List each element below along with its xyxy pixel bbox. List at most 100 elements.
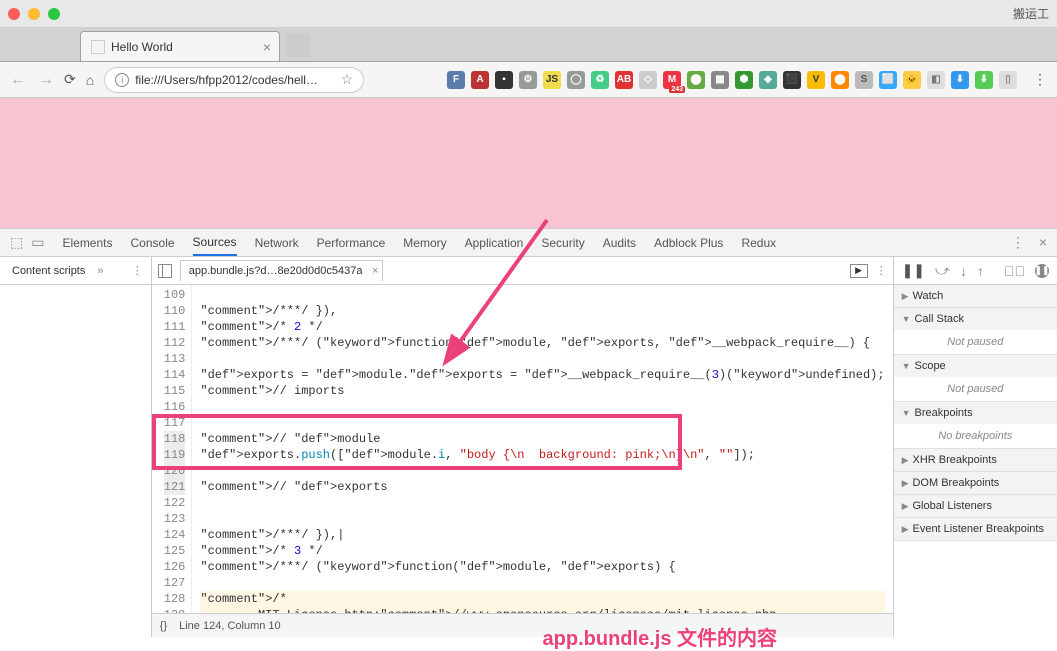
tab-title: Hello World: [111, 40, 173, 54]
browser-tabstrip: Hello World ×: [0, 28, 1057, 62]
section-label: Watch: [912, 290, 943, 302]
toolbar: ← → ⟳ ⌂ i file:///Users/hfpp2012/codes/h…: [0, 62, 1057, 98]
ext-icon[interactable]: ◈: [759, 71, 777, 89]
ext-icon[interactable]: ▪: [495, 71, 513, 89]
ext-icon[interactable]: V: [807, 71, 825, 89]
window-titlebar: 搬运工: [0, 0, 1057, 28]
section-content: Not paused: [894, 330, 1057, 354]
debugger-section-header[interactable]: ▼Scope: [894, 355, 1057, 377]
debugger-section-header[interactable]: ▼Call Stack: [894, 308, 1057, 330]
annotation-arrow: [437, 210, 557, 370]
new-tab-button[interactable]: [286, 33, 310, 57]
close-tab-icon[interactable]: ×: [263, 39, 271, 55]
chevron-down-icon: ▼: [902, 361, 911, 371]
debugger-section-xhr-breakpoints: ▶XHR Breakpoints: [894, 449, 1057, 472]
debugger-section-header[interactable]: ▶DOM Breakpoints: [894, 472, 1057, 494]
debugger-section-dom-breakpoints: ▶DOM Breakpoints: [894, 472, 1057, 495]
abp-icon[interactable]: AB: [615, 71, 633, 89]
tab-redux[interactable]: Redux: [741, 236, 776, 250]
address-bar[interactable]: i file:///Users/hfpp2012/codes/hell… ☆: [104, 67, 364, 93]
section-content: Not paused: [894, 377, 1057, 401]
tab-elements[interactable]: Elements: [62, 236, 112, 250]
section-label: Call Stack: [914, 313, 964, 325]
tab-network[interactable]: Network: [255, 236, 299, 250]
format-braces-icon[interactable]: {}: [160, 620, 167, 632]
close-file-icon[interactable]: ×: [372, 265, 378, 277]
ext-icon[interactable]: ♻: [591, 71, 609, 89]
window-right-label: 搬运工: [1013, 5, 1049, 22]
chevron-right-icon: ▶: [902, 455, 909, 466]
ext-icon[interactable]: ⚙: [519, 71, 537, 89]
section-label: Breakpoints: [914, 407, 972, 419]
deactivate-breakpoints-button[interactable]: ⁋⃠: [1004, 263, 1025, 279]
close-window-button[interactable]: [8, 8, 20, 20]
ext-icon[interactable]: ⬤: [687, 71, 705, 89]
browser-menu-icon[interactable]: ⋮: [1033, 71, 1047, 88]
ext-icon[interactable]: ⬢: [735, 71, 753, 89]
tab-adblock-plus[interactable]: Adblock Plus: [654, 236, 723, 250]
step-into-button[interactable]: ↓: [960, 263, 967, 279]
section-content: No breakpoints: [894, 424, 1057, 448]
devtools-close-icon[interactable]: ×: [1039, 234, 1047, 251]
pause-button[interactable]: ❚❚: [902, 262, 925, 279]
step-out-button[interactable]: ↑: [977, 263, 984, 279]
ext-icon[interactable]: JS: [543, 71, 561, 89]
tab-sources[interactable]: Sources: [193, 235, 237, 256]
editor-menu-icon[interactable]: ⋮: [876, 264, 887, 277]
open-file-tab[interactable]: app.bundle.js?d…8e20d0d0c5437a ×: [180, 260, 384, 281]
url-text: file:///Users/hfpp2012/codes/hell…: [135, 73, 318, 87]
debugger-section-header[interactable]: ▼Breakpoints: [894, 402, 1057, 424]
debugger-section-header[interactable]: ▶Global Listeners: [894, 495, 1057, 517]
chevron-down-icon: ▼: [902, 314, 911, 324]
debugger-section-header[interactable]: ▶XHR Breakpoints: [894, 449, 1057, 471]
back-button[interactable]: ←: [10, 71, 26, 89]
info-icon[interactable]: i: [115, 73, 129, 87]
pause-on-exceptions-button[interactable]: ❚❚: [1035, 264, 1049, 278]
minimize-window-button[interactable]: [28, 8, 40, 20]
sources-navigator: Content scripts » ⋮: [0, 257, 152, 637]
devtools-menu-icon[interactable]: ⋮: [1011, 234, 1025, 251]
ext-icon[interactable]: 🐱: [903, 71, 921, 89]
ext-icon[interactable]: ⬇: [951, 71, 969, 89]
navigator-tab-content-scripts[interactable]: Content scripts: [8, 263, 89, 279]
step-over-button[interactable]: ⤻: [935, 262, 950, 279]
tab-audits[interactable]: Audits: [603, 236, 636, 250]
ext-icon[interactable]: F: [447, 71, 465, 89]
forward-button[interactable]: →: [38, 71, 54, 89]
ext-icon[interactable]: ▯: [999, 71, 1017, 89]
ext-icon[interactable]: A: [471, 71, 489, 89]
ext-icon[interactable]: ⬜: [879, 71, 897, 89]
inspect-icon[interactable]: ⬚: [10, 234, 23, 251]
reload-button[interactable]: ⟳: [64, 71, 76, 88]
chevron-right-icon: ▶: [902, 291, 909, 302]
device-toggle-icon[interactable]: ▭: [31, 234, 44, 251]
ext-icon[interactable]: ⬤: [831, 71, 849, 89]
tab-console[interactable]: Console: [131, 236, 175, 250]
gmail-icon[interactable]: M243: [663, 71, 681, 89]
more-tabs-icon[interactable]: »: [97, 265, 103, 277]
debugger-section-call-stack: ▼Call StackNot paused: [894, 308, 1057, 355]
toggle-navigator-icon[interactable]: [158, 264, 172, 278]
ext-icon[interactable]: ⬛: [783, 71, 801, 89]
home-button[interactable]: ⌂: [86, 72, 94, 88]
extension-icons: F A ▪ ⚙ JS ◯ ♻ AB ◇ M243 ⬤ ▦ ⬢ ◈ ⬛ V ⬤ S…: [447, 71, 1017, 89]
ext-icon[interactable]: ⬇: [975, 71, 993, 89]
debugger-section-header[interactable]: ▶Watch: [894, 285, 1057, 307]
ext-icon[interactable]: S: [855, 71, 873, 89]
ext-icon[interactable]: ◇: [639, 71, 657, 89]
ext-icon[interactable]: ▦: [711, 71, 729, 89]
chevron-right-icon: ▶: [902, 478, 909, 489]
browser-tab[interactable]: Hello World ×: [80, 31, 280, 61]
section-label: XHR Breakpoints: [912, 454, 996, 466]
tab-performance[interactable]: Performance: [317, 236, 386, 250]
maximize-window-button[interactable]: [48, 8, 60, 20]
ext-icon[interactable]: ◧: [927, 71, 945, 89]
ext-icon[interactable]: ◯: [567, 71, 585, 89]
navigator-menu-icon[interactable]: ⋮: [132, 264, 143, 277]
section-label: Global Listeners: [912, 500, 992, 512]
debugger-section-header[interactable]: ▶Event Listener Breakpoints: [894, 518, 1057, 540]
section-label: Event Listener Breakpoints: [912, 523, 1043, 535]
chevron-down-icon: ▼: [902, 408, 911, 418]
run-snippet-icon[interactable]: ▶: [850, 264, 868, 278]
bookmark-star-icon[interactable]: ☆: [341, 71, 354, 88]
